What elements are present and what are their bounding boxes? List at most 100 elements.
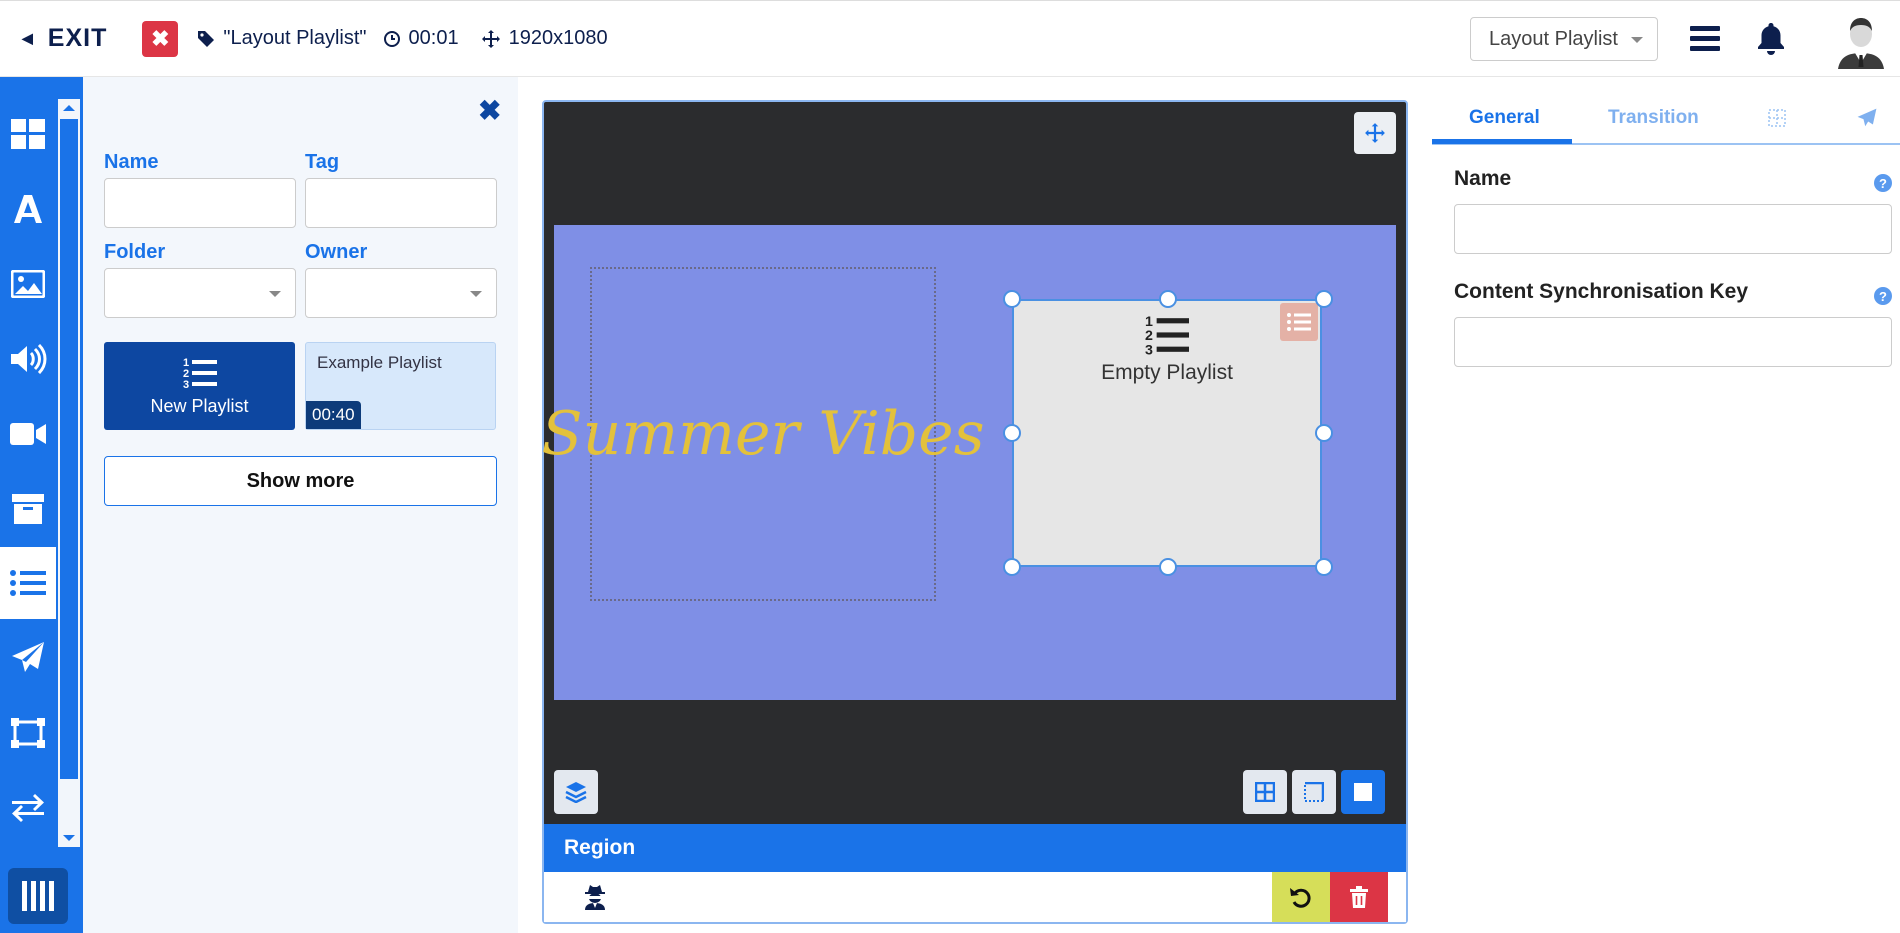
library-panel: ✖ Name Tag Folder Owner 1 2 3 New Playli… bbox=[83, 77, 518, 933]
scroll-down-icon[interactable] bbox=[63, 835, 75, 841]
transition-icon bbox=[12, 794, 44, 822]
resize-handle-se[interactable] bbox=[1315, 558, 1333, 576]
list-icon bbox=[1287, 313, 1311, 331]
image-tool-button[interactable] bbox=[0, 248, 56, 320]
layout-resolution: 1920x1080 bbox=[481, 27, 608, 50]
layout-editor-stage: Summer Vibes 1 2 3 Empty Playlist Region bbox=[542, 100, 1408, 924]
owner-select[interactable] bbox=[305, 268, 497, 318]
outline-view-button[interactable] bbox=[1292, 770, 1336, 814]
send-tool-button[interactable] bbox=[0, 622, 56, 694]
tag-filter-input[interactable] bbox=[305, 178, 497, 228]
text-tool-button[interactable] bbox=[0, 173, 56, 245]
delete-button[interactable] bbox=[1330, 872, 1388, 922]
playlist-widget-region[interactable]: 1 2 3 Empty Playlist bbox=[1012, 299, 1322, 567]
new-playlist-card[interactable]: 1 2 3 New Playlist bbox=[104, 342, 295, 430]
top-bar: ◀ EXIT ✖ "Layout Playlist" 00:01 1920x10… bbox=[0, 0, 1900, 77]
chevron-down-icon bbox=[470, 291, 482, 297]
svg-text:3: 3 bbox=[183, 379, 189, 390]
show-more-button[interactable]: Show more bbox=[104, 456, 497, 506]
active-tab-indicator bbox=[1432, 139, 1572, 144]
undo-icon bbox=[1290, 888, 1311, 908]
name-label: Name bbox=[104, 151, 159, 173]
playlist-tool-button[interactable] bbox=[0, 547, 56, 619]
scroll-up-icon[interactable] bbox=[63, 105, 75, 111]
example-playlist-duration: 00:40 bbox=[306, 401, 361, 429]
layouts-tool-button[interactable] bbox=[0, 98, 56, 170]
send-icon bbox=[12, 642, 44, 672]
bell-icon[interactable] bbox=[1756, 21, 1786, 55]
resize-handle-ne[interactable] bbox=[1315, 290, 1333, 308]
toggle-panel-button[interactable] bbox=[8, 868, 68, 924]
name-filter-input[interactable] bbox=[104, 178, 296, 228]
audio-tool-button[interactable] bbox=[0, 323, 56, 395]
region-tool-button[interactable] bbox=[0, 697, 56, 769]
properties-panel: General Transition Name ? Content Synchr… bbox=[1432, 95, 1900, 933]
name-property-input[interactable] bbox=[1454, 204, 1892, 254]
tab-actions[interactable] bbox=[1857, 108, 1877, 134]
resize-handle-e[interactable] bbox=[1315, 424, 1333, 442]
playlist-numbered-icon: 1 2 3 bbox=[1145, 314, 1189, 357]
tab-positioning[interactable] bbox=[1768, 109, 1786, 133]
region-bar: Region bbox=[544, 824, 1406, 872]
grid-icon bbox=[1255, 782, 1275, 802]
grid-view-button[interactable] bbox=[1243, 770, 1287, 814]
layers-icon bbox=[565, 782, 587, 803]
folder-select[interactable] bbox=[104, 268, 296, 318]
sync-key-input[interactable] bbox=[1454, 317, 1892, 367]
svg-text:3: 3 bbox=[1145, 342, 1153, 357]
resize-handle-n[interactable] bbox=[1159, 290, 1177, 308]
tab-general[interactable]: General bbox=[1469, 107, 1540, 129]
exit-button[interactable]: ◀ EXIT bbox=[22, 24, 107, 53]
close-panel-icon[interactable]: ✖ bbox=[478, 94, 501, 127]
name-property-label: Name bbox=[1454, 167, 1512, 190]
image-icon bbox=[11, 270, 45, 298]
resize-handle-s[interactable] bbox=[1159, 558, 1177, 576]
help-icon[interactable]: ? bbox=[1874, 174, 1892, 192]
playlist-numbered-icon: 1 2 3 bbox=[183, 357, 217, 390]
dotted-grid-icon bbox=[1768, 109, 1786, 127]
user-avatar[interactable] bbox=[1832, 11, 1890, 69]
send-icon bbox=[1857, 108, 1877, 127]
text-icon bbox=[14, 195, 42, 223]
scrollbar-thumb[interactable] bbox=[60, 119, 78, 779]
help-icon[interactable]: ? bbox=[1874, 287, 1892, 305]
video-tool-button[interactable] bbox=[0, 398, 56, 470]
tab-transition[interactable]: Transition bbox=[1608, 107, 1699, 129]
single-view-button[interactable] bbox=[1341, 770, 1385, 814]
example-playlist-card[interactable]: Example Playlist 00:40 bbox=[305, 342, 496, 430]
user-secret-icon[interactable] bbox=[584, 884, 606, 910]
example-playlist-label: Example Playlist bbox=[317, 353, 442, 372]
left-toolbar bbox=[0, 77, 83, 933]
arrows-move-icon bbox=[1365, 123, 1385, 143]
layout-name: "Layout Playlist" bbox=[197, 27, 367, 50]
arrows-move-icon bbox=[481, 29, 500, 48]
transition-tool-button[interactable] bbox=[0, 772, 56, 844]
move-stage-button[interactable] bbox=[1354, 112, 1396, 154]
columns-icon bbox=[22, 881, 54, 911]
discard-layout-button[interactable]: ✖ bbox=[142, 20, 179, 57]
undo-button[interactable] bbox=[1272, 872, 1330, 922]
folder-label: Folder bbox=[104, 241, 166, 263]
layers-button[interactable] bbox=[554, 770, 598, 814]
menu-icon[interactable] bbox=[1690, 26, 1720, 52]
caret-left-icon: ◀ bbox=[22, 30, 34, 46]
resize-handle-nw[interactable] bbox=[1003, 290, 1021, 308]
layout-select[interactable]: Layout Playlist bbox=[1470, 17, 1658, 61]
playlist-widget-label: Empty Playlist bbox=[1101, 361, 1233, 384]
tag-icon bbox=[198, 30, 215, 47]
library-icon bbox=[12, 494, 44, 524]
clock-icon bbox=[383, 30, 400, 47]
new-playlist-label: New Playlist bbox=[150, 395, 249, 416]
exit-label: EXIT bbox=[47, 24, 108, 52]
region-toolbar bbox=[544, 872, 1406, 922]
layout-canvas[interactable]: Summer Vibes 1 2 3 Empty Playlist bbox=[542, 225, 1396, 700]
square-icon bbox=[1354, 783, 1372, 801]
resize-handle-sw[interactable] bbox=[1003, 558, 1021, 576]
resize-handle-w[interactable] bbox=[1003, 424, 1021, 442]
video-icon bbox=[10, 423, 46, 445]
dotted-square-icon bbox=[1304, 782, 1324, 802]
text-widget-region[interactable]: Summer Vibes bbox=[542, 267, 984, 601]
library-tool-button[interactable] bbox=[0, 473, 56, 545]
owner-label: Owner bbox=[305, 241, 368, 263]
toolbar-scrollbar[interactable] bbox=[58, 99, 80, 847]
